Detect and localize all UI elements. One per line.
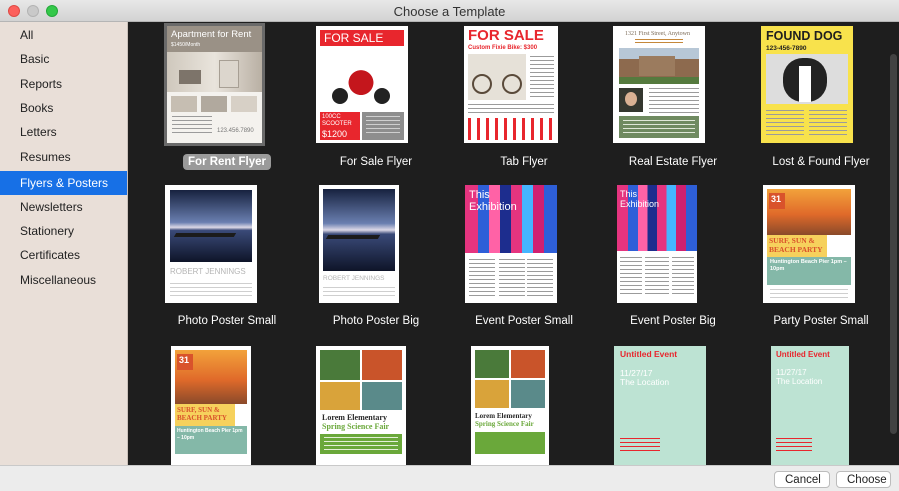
category-sidebar: All Basic Reports Books Letters Resumes …: [0, 22, 128, 465]
template-thumbnail[interactable]: Apartment for Rent $1450/Month 123.456.7…: [164, 23, 265, 146]
template-thumbnail[interactable]: FOR SALE Custom Fixie Bike: $300: [464, 26, 558, 143]
template-tile[interactable]: This Exhibition Event Poster Big: [593, 185, 753, 345]
template-thumbnail[interactable]: 1321 First Street, Anytown: [613, 26, 705, 143]
template-label: Lost & Found Flyer: [772, 156, 870, 168]
template-thumbnail[interactable]: ROBERT JENNINGS: [165, 185, 257, 303]
template-thumbnail[interactable]: This Exhibition: [465, 185, 557, 303]
template-tile[interactable]: Lorem Elementary Spring Science Fair: [444, 346, 604, 465]
title-bar: Choose a Template: [0, 0, 899, 22]
sidebar-item-stationery[interactable]: Stationery: [0, 219, 127, 243]
template-thumbnail[interactable]: FOR SALE 100CC SCOOTER $1200: [316, 26, 408, 143]
template-thumbnail[interactable]: Lorem Elementary Spring Science Fair: [471, 346, 549, 465]
template-tile[interactable]: Untitled Event 11/27/17 The Location: [741, 346, 899, 465]
template-tile[interactable]: Untitled Event 11/27/17 The Location: [593, 346, 753, 465]
template-label: Event Poster Small: [475, 315, 573, 327]
template-thumbnail[interactable]: Untitled Event 11/27/17 The Location: [771, 346, 849, 465]
template-thumbnail[interactable]: 31 SURF, SUN & BEACH PARTY Huntington Be…: [171, 346, 251, 465]
sidebar-item-letters[interactable]: Letters: [0, 120, 127, 144]
template-tile[interactable]: 31 SURF, SUN & BEACH PARTY Huntington Be…: [741, 185, 899, 345]
sidebar-item-reports[interactable]: Reports: [0, 72, 127, 96]
template-thumbnail[interactable]: ROBERT JENNINGS: [319, 185, 399, 303]
sidebar-item-books[interactable]: Books: [0, 96, 127, 120]
sidebar-item-all[interactable]: All: [0, 23, 127, 47]
template-tile[interactable]: FOR SALE 100CC SCOOTER $1200 For Sale Fl…: [296, 26, 456, 186]
template-thumbnail[interactable]: This Exhibition: [617, 185, 697, 303]
template-thumbnail[interactable]: FOUND DOG 123-456-7890: [761, 26, 853, 143]
choose-button[interactable]: Choose: [836, 471, 891, 488]
template-tile[interactable]: This Exhibition Event Poster Small: [444, 185, 604, 345]
template-label: Photo Poster Big: [332, 315, 420, 327]
template-label: Tab Flyer: [500, 156, 548, 168]
sidebar-item-basic[interactable]: Basic: [0, 47, 127, 71]
template-tile[interactable]: FOR SALE Custom Fixie Bike: $300 Tab Fly…: [444, 26, 604, 186]
sidebar-item-flyers-posters[interactable]: Flyers & Posters: [0, 171, 127, 195]
cancel-button[interactable]: Cancel: [774, 471, 830, 488]
sidebar-item-miscellaneous[interactable]: Miscellaneous: [0, 268, 127, 292]
template-thumbnail[interactable]: 31 SURF, SUN & BEACH PARTY Huntington Be…: [763, 185, 855, 303]
sidebar-item-certificates[interactable]: Certificates: [0, 243, 127, 267]
sidebar-item-resumes[interactable]: Resumes: [0, 145, 127, 169]
template-tile[interactable]: ROBERT JENNINGS Photo Poster Small: [147, 185, 307, 345]
template-tile[interactable]: 31 SURF, SUN & BEACH PARTY Huntington Be…: [147, 346, 307, 465]
template-tile[interactable]: FOUND DOG 123-456-7890 Lost & Found Flye…: [741, 26, 899, 186]
template-label: Real Estate Flyer: [628, 156, 718, 168]
template-tile[interactable]: 1321 First Street, Anytown Real Estate F…: [593, 26, 753, 186]
template-gallery: Apartment for Rent $1450/Month 123.456.7…: [128, 22, 899, 465]
template-tile[interactable]: ROBERT JENNINGS Photo Poster Big: [296, 185, 456, 345]
template-tile[interactable]: Lorem Elementary Spring Science Fair: [296, 346, 456, 465]
template-thumbnail[interactable]: Lorem Elementary Spring Science Fair: [316, 346, 406, 465]
template-thumbnail[interactable]: Untitled Event 11/27/17 The Location: [614, 346, 706, 465]
gallery-scrollbar[interactable]: [890, 54, 897, 434]
template-label: Event Poster Big: [630, 315, 716, 327]
template-label: For Rent Flyer: [183, 154, 271, 170]
template-label: For Sale Flyer: [339, 156, 413, 168]
template-tile[interactable]: Apartment for Rent $1450/Month 123.456.7…: [147, 23, 307, 186]
dialog-footer: Cancel Choose: [0, 465, 899, 491]
template-label: Photo Poster Small: [177, 315, 277, 327]
sidebar-item-newsletters[interactable]: Newsletters: [0, 195, 127, 219]
window-title: Choose a Template: [393, 4, 506, 19]
template-label: Party Poster Small: [773, 315, 869, 327]
